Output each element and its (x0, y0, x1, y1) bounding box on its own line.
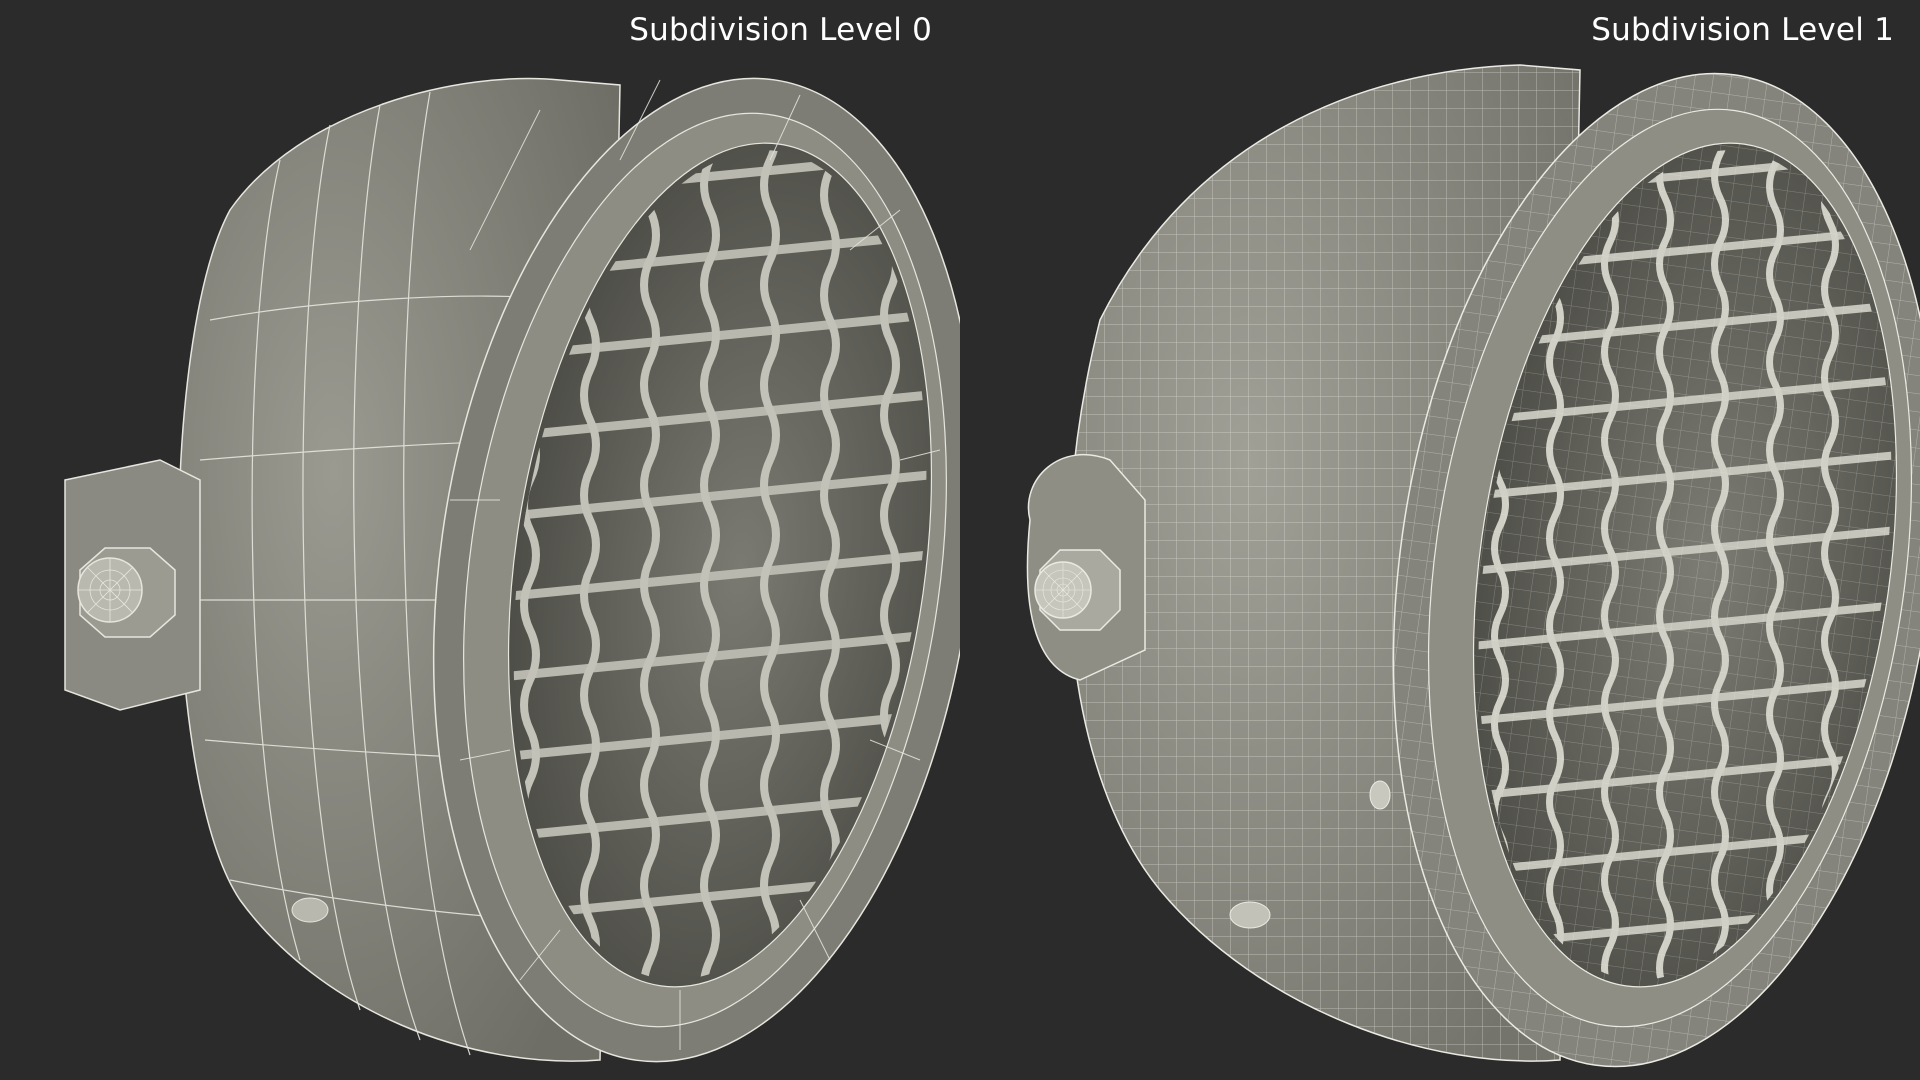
panel-subdivision-level-1: Subdivision Level 1 (960, 0, 1920, 1080)
panel-subdivision-level-0: Subdivision Level 0 (0, 0, 960, 1080)
render-stage: Subdivision Level 0 Subdivision Level 1 (0, 0, 1920, 1080)
headlight-model-level-0 (64, 77, 960, 1063)
headlight-model-level-1 (1026, 64, 1920, 1068)
nut-icon (77, 547, 176, 638)
nut-icon (1034, 549, 1121, 631)
